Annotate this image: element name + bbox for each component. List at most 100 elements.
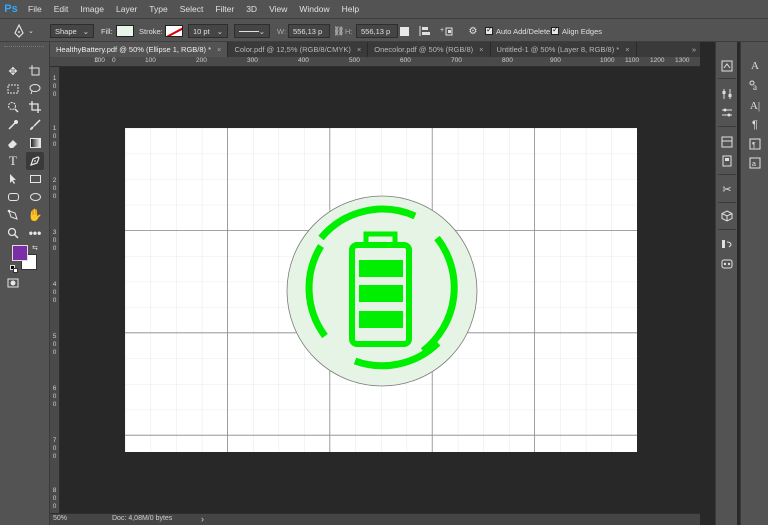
height-input[interactable]: 556,13 p (356, 24, 398, 38)
glyph-panel-icon[interactable] (719, 256, 735, 272)
ruler-label: 8 (52, 487, 57, 494)
tab-label: Onecolor.pdf @ 50% (RGB/8) (374, 45, 474, 54)
fill-swatch[interactable] (116, 24, 134, 38)
tool-preset-picker[interactable]: ⌄ (12, 24, 34, 38)
menu-layer[interactable]: Layer (110, 0, 143, 18)
path-select-icon[interactable] (4, 170, 22, 188)
history-icon[interactable] (719, 58, 735, 74)
stroke-size-input[interactable]: 10 pt ⌄ (188, 24, 228, 38)
brush-icon[interactable] (26, 116, 44, 134)
ellipse-icon[interactable] (26, 188, 44, 206)
tab-untitled-1[interactable]: Untitled-1 @ 50% (Layer 8, RGB/8) * × (491, 42, 637, 57)
tools-presets-icon[interactable]: ✂ (719, 181, 735, 197)
ruler-label: 100 (145, 57, 156, 64)
ruler-label: 2 (52, 177, 57, 184)
menu-edit[interactable]: Edit (48, 0, 75, 18)
menu-help[interactable]: Help (336, 0, 365, 18)
link-icon[interactable]: ⛓ (333, 24, 344, 38)
svg-text:¶: ¶ (752, 142, 756, 149)
menu-select[interactable]: Select (174, 0, 210, 18)
default-colors-icon[interactable] (10, 265, 18, 273)
ruler-label: 0 (52, 193, 57, 200)
status-menu-icon[interactable]: › (201, 514, 204, 524)
swap-colors-icon[interactable]: ⇆ (32, 244, 38, 252)
ruler-label: 1100 (625, 57, 639, 64)
path-alignment-icon[interactable] (418, 24, 432, 38)
close-icon[interactable]: × (625, 45, 629, 54)
width-input[interactable]: 556,13 p (288, 24, 330, 38)
battery-cell-3 (359, 311, 403, 328)
foreground-color-swatch[interactable] (12, 245, 28, 261)
menu-window[interactable]: Window (293, 0, 335, 18)
adjustments-icon[interactable] (719, 86, 735, 102)
tab-healthybattery[interactable]: HealthyBattery.pdf @ 50% (Ellipse 1, RGB… (50, 42, 229, 57)
width-value: 556,13 p (293, 26, 323, 36)
auto-add-delete-checkbox[interactable]: Auto Add/Delete (485, 24, 550, 38)
marquee-icon[interactable] (4, 80, 22, 98)
ruler-label: 0 (52, 83, 57, 90)
zoom-icon[interactable] (4, 224, 22, 242)
ruler-label: 0 (52, 289, 57, 296)
rounded-rect-icon[interactable] (4, 188, 22, 206)
menu-image[interactable]: Image (74, 0, 110, 18)
quick-mask-icon[interactable] (4, 274, 22, 292)
gradient-icon[interactable] (26, 134, 44, 152)
menu-file[interactable]: File (22, 0, 48, 18)
layers-icon[interactable] (719, 134, 735, 150)
line-style-icon (239, 30, 259, 32)
timeline-icon[interactable] (719, 236, 735, 252)
menu-filter[interactable]: Filter (209, 0, 240, 18)
fill-label: Fill: (101, 26, 113, 36)
glyphs-icon[interactable]: a (747, 155, 763, 171)
channels-icon[interactable] (719, 153, 735, 169)
stroke-type-select[interactable]: ⌄ (234, 24, 270, 38)
mode-select[interactable]: Shape ⌄ (50, 24, 94, 38)
move-icon[interactable]: ✥ (4, 62, 22, 80)
menu-view[interactable]: View (263, 0, 293, 18)
ruler-label: 600 (400, 57, 411, 64)
eraser-icon[interactable] (4, 134, 22, 152)
paragraph-icon[interactable]: ¶ (747, 117, 763, 133)
puppet-icon[interactable] (4, 206, 22, 224)
paragraph-styles-icon[interactable]: ¶ (747, 136, 763, 152)
horizontal-ruler[interactable]: 0 100 100 0 100 200 300 400 500 600 700 … (50, 57, 700, 67)
more-icon[interactable]: ••• (26, 224, 44, 242)
gear-icon[interactable]: ⚙ (466, 24, 480, 38)
quick-select-icon[interactable] (4, 98, 22, 116)
type-panel-icon[interactable]: A| (747, 98, 763, 114)
eyedropper-icon[interactable] (4, 116, 22, 134)
close-icon[interactable]: × (217, 45, 221, 54)
checkbox-checked-icon (485, 25, 493, 35)
artboard-icon[interactable] (26, 62, 44, 80)
rectangle-icon[interactable] (26, 170, 44, 188)
auto-add-delete-label: Auto Add/Delete (496, 26, 551, 36)
workspace-gap (700, 42, 715, 525)
lasso-icon[interactable] (26, 80, 44, 98)
vertical-ruler[interactable]: 1 0 0 1 0 0 2 0 0 3 0 0 4 0 0 5 0 0 6 0 … (50, 67, 60, 513)
menu-type[interactable]: Type (143, 0, 173, 18)
stroke-swatch[interactable] (165, 24, 183, 38)
collapsed-panel-column-1: ✂ (715, 42, 737, 525)
ruler-label: 800 (502, 57, 513, 64)
pen-icon (14, 24, 24, 38)
menu-3d[interactable]: 3D (240, 0, 263, 18)
hand-icon[interactable]: ✋ (26, 206, 44, 224)
document-canvas[interactable] (125, 128, 637, 452)
close-icon[interactable]: × (357, 45, 361, 54)
tab-color[interactable]: Color.pdf @ 12,5% (RGB/8/CMYK) × (228, 42, 369, 57)
align-edges-label: Align Edges (562, 26, 603, 36)
3d-cube-icon[interactable] (719, 208, 735, 224)
path-operations-icon[interactable] (397, 24, 411, 38)
tab-onecolor[interactable]: Onecolor.pdf @ 50% (RGB/8) × (368, 42, 491, 57)
zoom-level[interactable]: 50% (53, 515, 67, 522)
pen-icon[interactable] (26, 152, 44, 170)
type-icon[interactable]: T (4, 152, 22, 170)
properties-icon[interactable] (719, 105, 735, 121)
path-arrangement-icon[interactable]: + (440, 24, 454, 38)
character-styles-icon[interactable]: a (747, 78, 763, 94)
crop-icon[interactable] (26, 98, 44, 116)
align-edges-checkbox[interactable]: Align Edges (551, 24, 602, 38)
close-icon[interactable]: × (479, 45, 483, 54)
character-icon[interactable]: A (747, 58, 763, 74)
tabs-overflow-icon[interactable]: » (688, 42, 700, 57)
